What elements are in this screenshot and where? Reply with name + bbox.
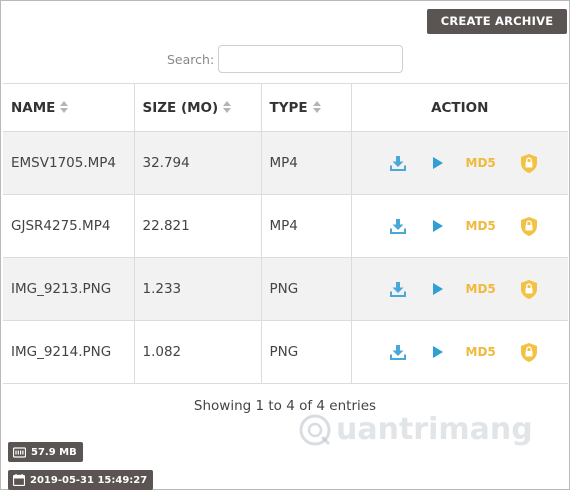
search-label: Search: bbox=[167, 52, 215, 67]
play-icon[interactable] bbox=[432, 345, 444, 359]
calendar-icon bbox=[13, 474, 25, 486]
file-name-cell: IMG_9213.PNG bbox=[3, 257, 135, 321]
file-size-cell: 32.794 bbox=[134, 131, 262, 195]
sd-card-icon bbox=[13, 446, 26, 458]
column-header-label: NAME bbox=[11, 99, 56, 116]
shield-lock-icon[interactable] bbox=[520, 153, 538, 174]
column-header-type[interactable]: TYPE bbox=[261, 83, 352, 132]
column-header-label: ACTION bbox=[431, 99, 489, 116]
file-type-cell: PNG bbox=[261, 257, 352, 321]
storage-badge: 57.9 MB bbox=[8, 442, 83, 462]
column-header-name[interactable]: NAME bbox=[3, 83, 135, 132]
md5-button[interactable]: MD5 bbox=[466, 282, 496, 296]
file-name-cell: GJSR4275.MP4 bbox=[3, 194, 135, 258]
file-type-cell: MP4 bbox=[261, 194, 352, 258]
md5-button[interactable]: MD5 bbox=[466, 345, 496, 359]
download-icon[interactable] bbox=[389, 218, 406, 234]
play-icon[interactable] bbox=[432, 282, 444, 296]
play-icon[interactable] bbox=[432, 156, 444, 170]
download-icon[interactable] bbox=[389, 344, 406, 360]
sort-icon[interactable] bbox=[312, 101, 322, 114]
md5-button[interactable]: MD5 bbox=[466, 219, 496, 233]
file-size-cell: 1.082 bbox=[134, 320, 262, 384]
table-row: IMG_9213.PNG 1.233 PNG MD5 bbox=[3, 257, 568, 321]
sort-icon[interactable] bbox=[60, 101, 69, 114]
action-cell: MD5 bbox=[351, 257, 568, 321]
download-icon[interactable] bbox=[389, 155, 406, 171]
datetime-value: 2019-05-31 15:49:27 bbox=[30, 474, 148, 486]
shield-lock-icon[interactable] bbox=[520, 279, 538, 300]
watermark-text: uantrimang bbox=[336, 412, 533, 447]
file-size-cell: 1.233 bbox=[134, 257, 262, 321]
watermark-logo-icon bbox=[298, 413, 332, 447]
file-type-cell: PNG bbox=[261, 320, 352, 384]
shield-lock-icon[interactable] bbox=[520, 216, 538, 237]
md5-button[interactable]: MD5 bbox=[466, 156, 496, 170]
file-name-cell: IMG_9214.PNG bbox=[3, 320, 135, 384]
column-header-action: ACTION bbox=[351, 83, 568, 132]
action-cell: MD5 bbox=[351, 131, 568, 195]
sort-icon[interactable] bbox=[223, 101, 232, 114]
column-header-label: TYPE bbox=[269, 99, 308, 116]
watermark: uantrimang bbox=[298, 412, 533, 447]
files-table: NAME SIZE (MO) TYPE ACTION EMSV1705.MP4 … bbox=[3, 83, 568, 384]
search-input[interactable] bbox=[218, 45, 403, 73]
file-size-cell: 22.821 bbox=[134, 194, 262, 258]
table-row: EMSV1705.MP4 32.794 MP4 MD5 bbox=[3, 131, 568, 195]
shield-lock-icon[interactable] bbox=[520, 342, 538, 363]
storage-value: 57.9 MB bbox=[31, 446, 77, 458]
action-cell: MD5 bbox=[351, 320, 568, 384]
download-icon[interactable] bbox=[389, 281, 406, 297]
file-name-cell: EMSV1705.MP4 bbox=[3, 131, 135, 195]
column-header-size[interactable]: SIZE (MO) bbox=[134, 83, 262, 132]
table-row: GJSR4275.MP4 22.821 MP4 MD5 bbox=[3, 194, 568, 258]
file-type-cell: MP4 bbox=[261, 131, 352, 195]
play-icon[interactable] bbox=[432, 219, 444, 233]
action-cell: MD5 bbox=[351, 194, 568, 258]
table-row: IMG_9214.PNG 1.082 PNG MD5 bbox=[3, 320, 568, 384]
create-archive-button[interactable]: CREATE ARCHIVE bbox=[427, 9, 567, 34]
table-header-row: NAME SIZE (MO) TYPE ACTION bbox=[3, 83, 568, 132]
datetime-badge: 2019-05-31 15:49:27 bbox=[8, 470, 154, 490]
column-header-label: SIZE (MO) bbox=[142, 99, 219, 116]
